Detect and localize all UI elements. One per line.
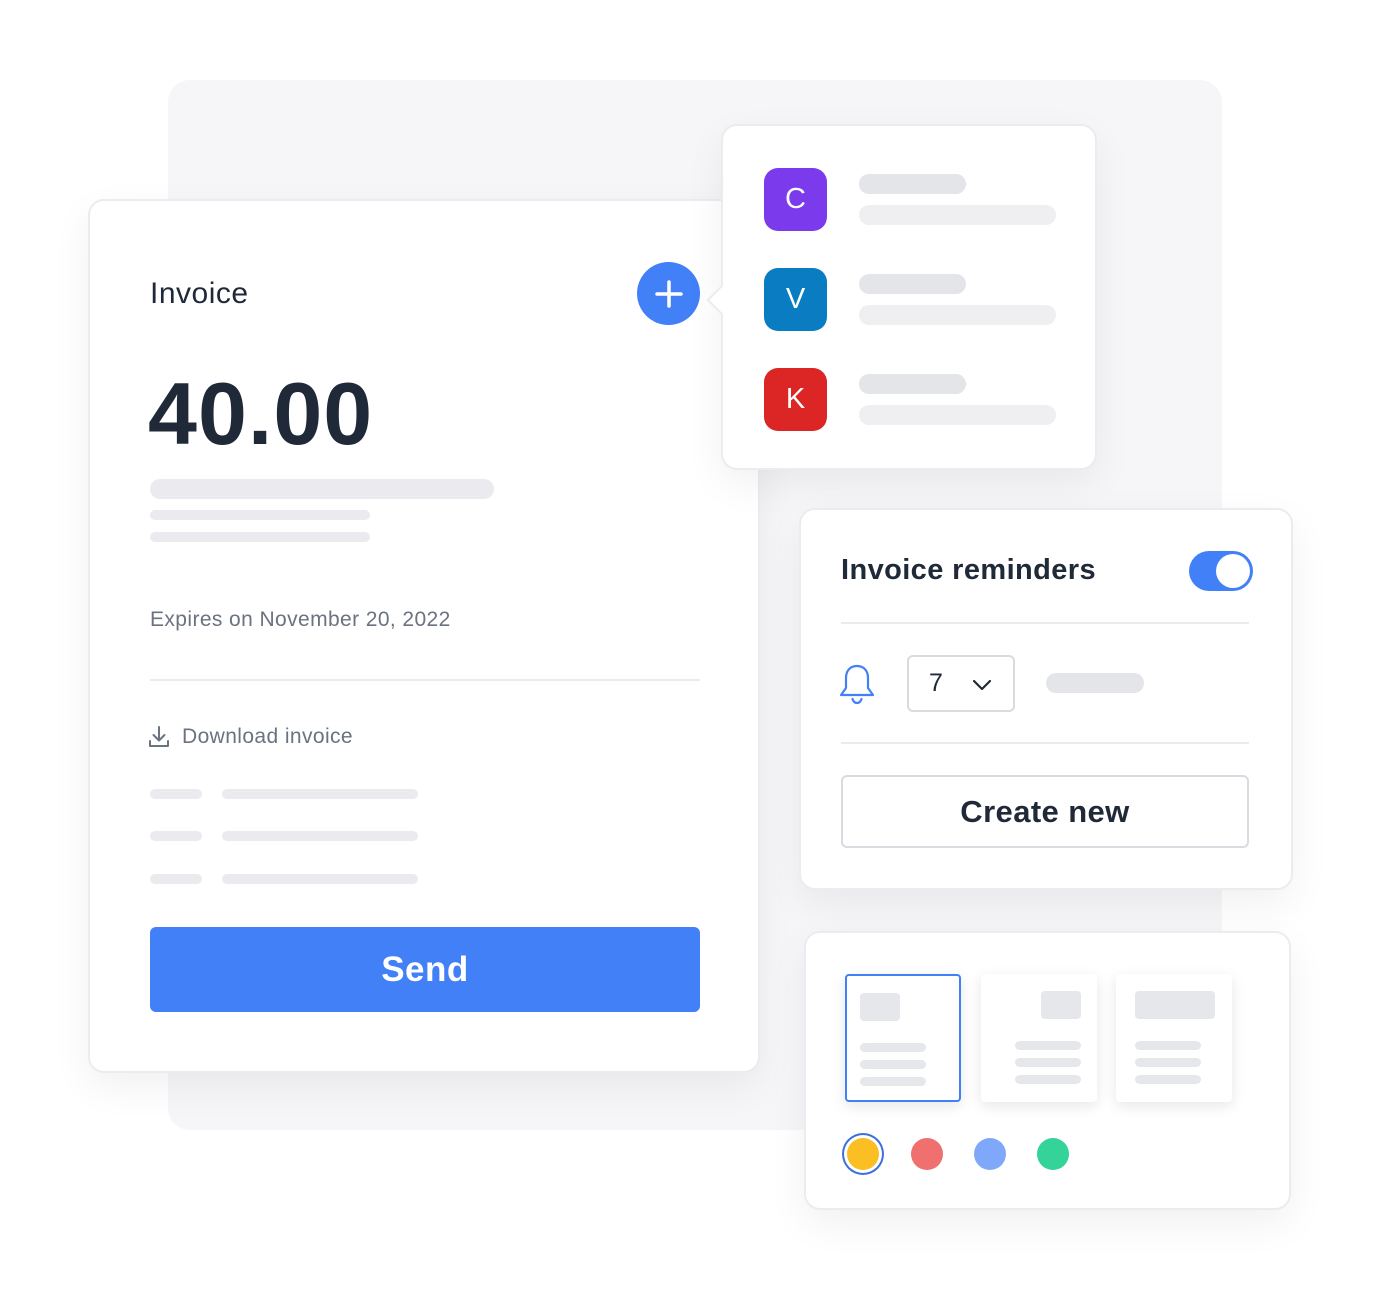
template-block [1135,991,1215,1019]
reminder-days-value: 7 [929,669,943,697]
toggle-knob [1216,554,1250,588]
download-invoice-label: Download invoice [182,725,353,748]
client-avatar[interactable]: V [764,268,827,331]
client-avatar[interactable]: C [764,168,827,231]
placeholder-line [859,174,966,194]
template-line [1015,1041,1081,1050]
plus-icon [654,279,683,308]
template-line [1015,1058,1081,1067]
add-client-button[interactable] [637,262,700,325]
placeholder-line [150,874,202,884]
template-block [1041,991,1081,1019]
template-option[interactable] [845,974,961,1102]
placeholder-line [222,831,418,841]
placeholder-line [859,305,1056,325]
template-option[interactable] [981,974,1097,1102]
placeholder-line [150,510,370,520]
divider [841,622,1249,624]
placeholder-line [859,205,1056,225]
placeholder-line [150,532,370,542]
placeholder-line [859,274,966,294]
template-line [1135,1058,1201,1067]
template-line [1135,1041,1201,1050]
color-swatch-red[interactable] [911,1138,943,1170]
create-new-button[interactable]: Create new [841,775,1249,848]
divider [150,679,700,681]
placeholder-line [222,874,418,884]
reminders-title: Invoice reminders [841,554,1097,586]
placeholder-line [150,831,202,841]
color-swatch-green[interactable] [1037,1138,1069,1170]
client-avatar[interactable]: K [764,368,827,431]
color-swatch-blue[interactable] [974,1138,1006,1170]
color-swatch-yellow[interactable] [847,1138,879,1170]
placeholder-line [859,374,966,394]
chevron-down-icon [972,679,992,691]
placeholder-line [150,479,494,499]
invoice-reminders-card: Invoice reminders 7 Create new [799,508,1293,890]
template-option[interactable] [1116,974,1232,1102]
reminders-toggle[interactable] [1189,551,1253,591]
divider [841,742,1249,744]
invoice-card: Invoice 40.00 Expires on November 20, 20… [88,199,760,1073]
template-line [860,1077,926,1086]
client-list-popover: C V K [706,124,1097,470]
template-line [1015,1075,1081,1084]
template-line [860,1060,926,1069]
template-line [1135,1075,1201,1084]
bell-icon [839,664,875,705]
template-block [860,993,900,1021]
placeholder-line [859,405,1056,425]
invoice-title: Invoice [150,277,249,310]
download-icon [149,726,169,747]
send-button[interactable]: Send [150,927,700,1012]
placeholder-line [1046,673,1144,693]
invoice-amount: 40.00 [148,364,374,463]
invoice-templates-card [804,931,1291,1210]
placeholder-line [222,789,418,799]
template-line [860,1043,926,1052]
placeholder-line [150,789,202,799]
download-invoice-link[interactable]: Download invoice [148,725,353,749]
expiry-date-text: Expires on November 20, 2022 [150,608,451,631]
reminder-days-select[interactable]: 7 [907,655,1015,712]
